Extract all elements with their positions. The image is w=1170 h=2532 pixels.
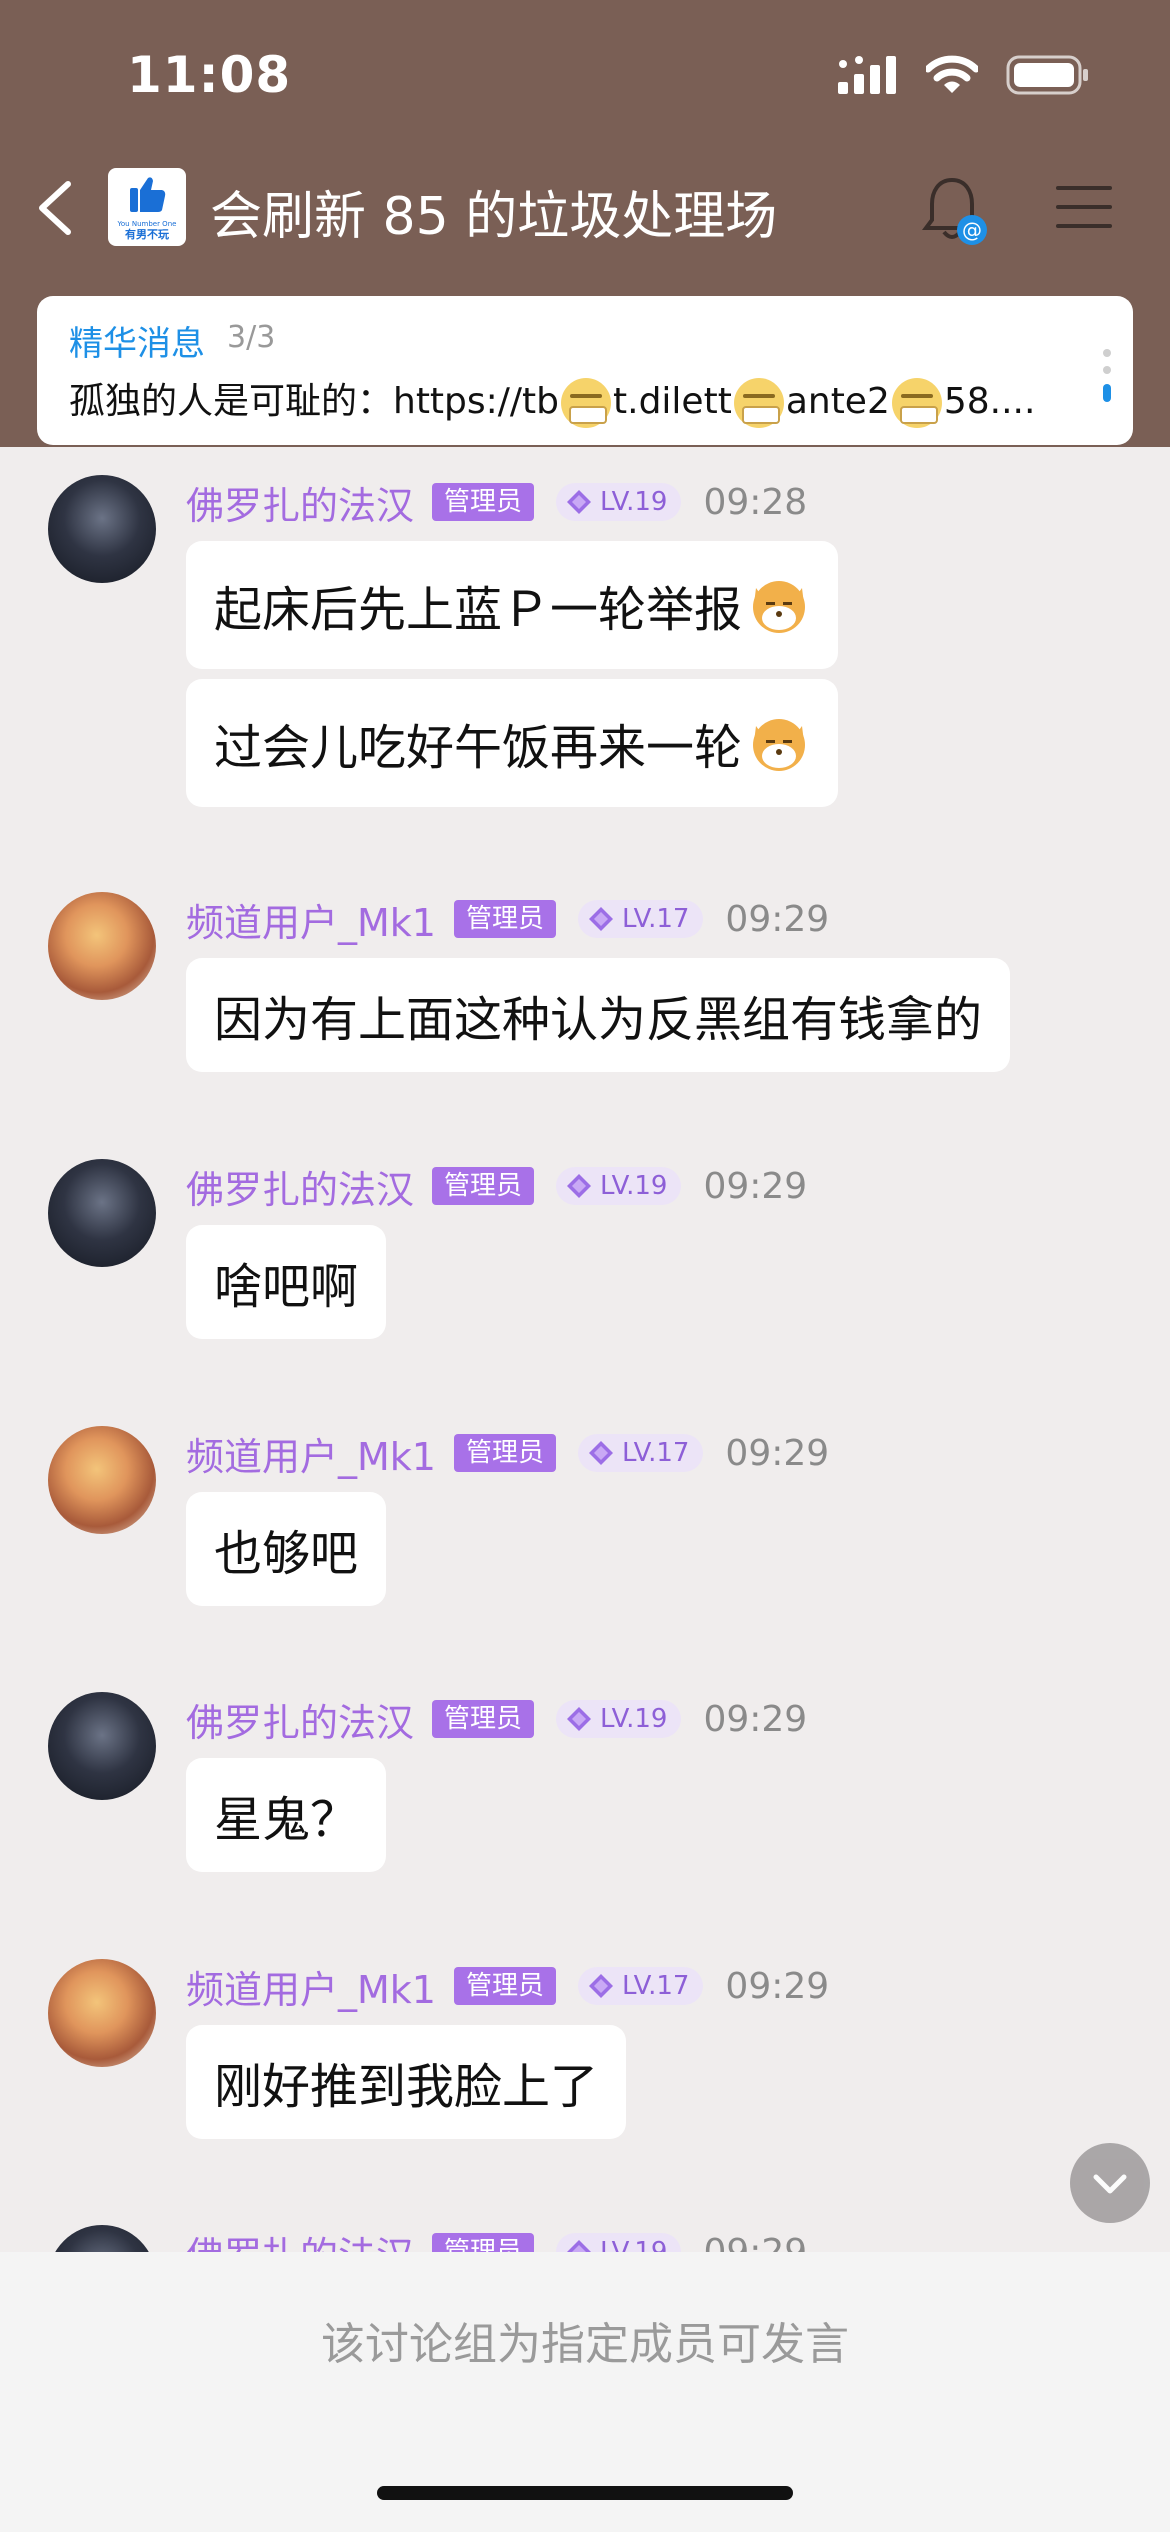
header: 11:08 You Number One 有男不玩 会刷新 85 的垃圾处理场 … [0,0,1170,447]
message-meta: 佛罗扎的法汉 管理员 LV.19 09:29 [186,2229,807,2252]
message-meta: 频道用户_Mk1 管理员 LV.17 09:29 [186,1430,830,1479]
face-mask-emoji [891,378,942,428]
menu-button[interactable] [1054,182,1114,232]
message-time: 09:28 [703,481,808,523]
pinned-text: 孤独的人是可耻的：https://tb t.dilett ante2 58.... [69,372,1069,428]
message-time: 09:29 [703,1165,808,1207]
thumbs-up-icon: You Number One 有男不玩 [117,177,177,241]
status-time: 11:08 [127,46,292,104]
chevron-down-icon [1093,2174,1127,2194]
role-badge: 管理员 [432,483,535,521]
level-gem-icon [589,1974,613,1998]
message-bubble[interactable]: 啥吧啊 [186,1225,387,1339]
level-gem-icon [567,1707,592,1731]
message-time: 09:29 [703,2231,808,2253]
pinned-label: 精华消息 [69,324,205,364]
message-bubble[interactable]: 因为有上面这种认为反黑组有钱拿的 [186,958,1011,1072]
avatar[interactable] [48,1959,156,2067]
shiba-emoji-icon [753,581,806,633]
level-gem-icon [567,490,592,514]
sender-name[interactable]: 频道用户_Mk1 [186,1426,436,1481]
avatar[interactable] [48,1159,156,1267]
level-badge: LV.17 [578,1967,704,2005]
sender-name[interactable]: 频道用户_Mk1 [186,1959,436,2014]
logo-text-top: You Number One [117,220,177,228]
message-time: 09:29 [725,1965,830,2007]
message-time: 09:29 [703,1698,808,1740]
sender-name[interactable]: 佛罗扎的法汉 [186,1159,414,1214]
group-logo[interactable]: You Number One 有男不玩 [108,168,186,246]
sender-name[interactable]: 佛罗扎的法汉 [186,1692,414,1747]
mention-notification-button[interactable]: @ [920,170,990,250]
message-bubble[interactable]: 星鬼？ [186,1758,387,1872]
role-badge: 管理员 [432,1167,535,1205]
role-badge: 管理员 [453,1967,556,2005]
restricted-notice: 该讨论组为指定成员可发言 [321,2319,849,2370]
logo-text-bottom: 有男不玩 [125,227,169,241]
avatar[interactable] [48,2225,156,2252]
svg-text:@: @ [962,218,982,242]
message-time: 09:29 [725,898,830,940]
level-badge: LV.17 [578,900,704,938]
bell-mention-icon: @ [922,177,987,245]
message-meta: 频道用户_Mk1 管理员 LV.17 09:29 [186,1963,830,2012]
message-list[interactable]: 佛罗扎的法汉 管理员 LV.19 09:28 起床后先上蓝Ｐ一轮举报 过会儿吃好… [0,447,1170,2252]
message-bubble[interactable]: 起床后先上蓝Ｐ一轮举报 [186,541,839,669]
avatar[interactable] [48,892,156,1000]
level-badge: LV.19 [556,1700,682,1738]
level-badge: LV.19 [556,1167,682,1205]
level-badge: LV.19 [556,2233,682,2252]
nav-bar: You Number One 有男不玩 会刷新 85 的垃圾处理场 @ [0,160,1170,250]
avatar[interactable] [48,1426,156,1534]
message-meta: 佛罗扎的法汉 管理员 LV.19 09:28 [186,479,808,528]
level-gem-icon [589,1441,613,1465]
face-mask-emoji [733,378,784,428]
pinned-message-card[interactable]: 精华消息 3/3 孤独的人是可耻的：https://tb t.dilett ante… [37,296,1133,445]
message-bubble[interactable]: 过会儿吃好午饭再来一轮 [186,679,839,807]
battery-icon [1006,55,1088,95]
sender-name[interactable]: 频道用户_Mk1 [186,892,436,947]
level-badge: LV.17 [578,1434,704,1472]
hamburger-menu-icon [1056,186,1112,228]
role-badge: 管理员 [453,1434,556,1472]
message-meta: 佛罗扎的法汉 管理员 LV.19 09:29 [186,1696,808,1745]
cellular-signal-icon [838,56,896,94]
status-icons [838,55,1090,95]
message-bubble[interactable]: 刚好推到我脸上了 [186,2025,627,2139]
shiba-emoji-icon [753,719,806,771]
pinned-count: 3/3 [227,320,276,355]
level-badge: LV.19 [556,483,682,521]
role-badge: 管理员 [453,900,556,938]
wifi-icon [926,55,978,93]
status-bar: 11:08 [0,0,1170,150]
chevron-left-icon [39,181,71,235]
message-meta: 频道用户_Mk1 管理员 LV.17 09:29 [186,896,830,945]
message-meta: 佛罗扎的法汉 管理员 LV.19 09:29 [186,1163,808,1212]
group-title[interactable]: 会刷新 85 的垃圾处理场 [210,174,777,249]
back-button[interactable] [32,178,82,238]
face-mask-emoji [561,378,612,428]
message-time: 09:29 [725,1432,830,1474]
sender-name[interactable]: 佛罗扎的法汉 [186,475,414,530]
role-badge: 管理员 [432,1700,535,1738]
level-gem-icon [589,907,613,931]
home-indicator[interactable] [377,2486,793,2500]
level-gem-icon [567,1174,592,1198]
level-gem-icon [567,2240,592,2252]
message-bubble[interactable]: 也够吧 [186,1492,387,1606]
role-badge: 管理员 [432,2233,535,2252]
avatar[interactable] [48,1692,156,1800]
avatar[interactable] [48,475,156,583]
sender-name[interactable]: 佛罗扎的法汉 [186,2225,414,2253]
scroll-to-bottom-button[interactable] [1070,2143,1150,2223]
pinned-page-indicator [1103,349,1111,402]
